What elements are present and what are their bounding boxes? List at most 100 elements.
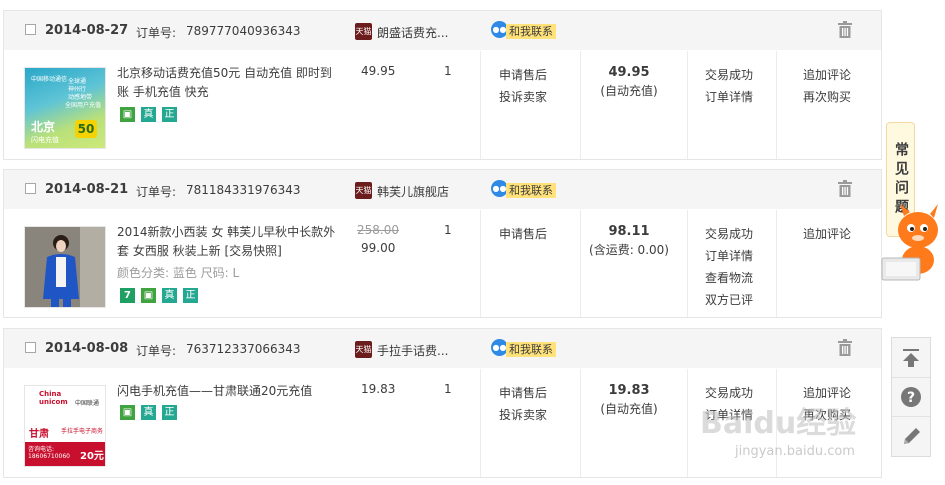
- order-no-label: 订单号:: [136, 185, 177, 199]
- back-to-top-button[interactable]: [892, 338, 930, 378]
- order-total: 49.95 (自动充值): [580, 64, 678, 101]
- complain-link[interactable]: 投诉卖家: [499, 404, 547, 426]
- trash-icon[interactable]: [837, 21, 853, 39]
- mobile-icon: ▣: [141, 288, 156, 303]
- model-photo: [25, 227, 105, 307]
- thumb-phone: 18606710060: [28, 453, 70, 460]
- badge-genuine: 正: [183, 288, 198, 303]
- complain-link[interactable]: 投诉卖家: [499, 86, 547, 108]
- buy-again-link[interactable]: 再次购买: [803, 86, 851, 108]
- watermark-logo: Baidu经验: [700, 406, 857, 441]
- thumb-amount: 50: [75, 120, 97, 138]
- after-sale-link[interactable]: 申请售后: [499, 223, 547, 245]
- order-date: 2014-08-21: [45, 182, 129, 197]
- feedback-button[interactable]: [892, 416, 930, 455]
- order-number: 781184331976343: [186, 183, 301, 197]
- product-title-link[interactable]: 2014新款小西装 女 韩芙儿早秋中长款外套 女西服 秋装上新 [交易快照]: [117, 223, 339, 261]
- thumb-brand: 中国联通: [75, 400, 100, 407]
- quantity: 1: [444, 64, 452, 78]
- order-checkbox[interactable]: [25, 342, 36, 353]
- tmall-icon: 天猫: [355, 341, 372, 358]
- add-review-link[interactable]: 追加评论: [803, 223, 851, 245]
- order-number: 763712337066343: [186, 342, 301, 356]
- service-badges: ▣ 真正: [120, 107, 183, 123]
- order-date: 2014-08-27: [45, 23, 129, 38]
- badge-real: 真: [162, 288, 177, 303]
- order-date: 2014-08-08: [45, 341, 129, 356]
- service-badges: 7 ▣ 真正: [120, 288, 204, 304]
- trash-icon[interactable]: [837, 339, 853, 357]
- product-attributes: 颜色分类: 蓝色 尺码: L: [117, 266, 240, 280]
- status-label: 交易成功: [705, 68, 754, 82]
- quantity: 1: [444, 223, 452, 237]
- product-thumbnail[interactable]: 中国移动通信 全球通 神州行 动感地带 全国用户充值 北京 50 闪电充值: [24, 67, 106, 149]
- order-item-row: 中国移动通信 全球通 神州行 动感地带 全国用户充值 北京 50 闪电充值 北京…: [4, 51, 881, 159]
- order-checkbox[interactable]: [25, 24, 36, 35]
- order-checkbox[interactable]: [25, 183, 36, 194]
- thumb-shop: 手拉手电子商务: [61, 428, 104, 435]
- order-total: 19.83 (自动充值): [580, 382, 678, 419]
- side-toolbar: ?: [891, 337, 931, 457]
- add-review-link[interactable]: 追加评论: [803, 64, 851, 86]
- thumb-line: 全国用户充值: [65, 102, 102, 109]
- shop-name-link[interactable]: 韩芙儿旗舰店: [377, 183, 449, 200]
- help-button[interactable]: ?: [892, 377, 930, 417]
- badge-real: 真: [141, 405, 156, 420]
- total-note: (自动充值): [600, 402, 658, 416]
- contact-label: 和我联系: [506, 342, 556, 357]
- both-reviewed-label: 双方已评: [705, 293, 754, 307]
- after-sale-link[interactable]: 申请售后: [499, 64, 547, 86]
- order-detail-link[interactable]: 订单详情: [705, 86, 753, 108]
- thumb-caption: 闪电充值: [31, 136, 59, 144]
- badge-seven-day: 7: [120, 288, 135, 303]
- total-amount: 49.95: [608, 65, 650, 80]
- order-total: 98.11 (含运费: 0.00): [580, 223, 678, 260]
- order-ops: 申请售后 投诉卖家: [499, 382, 547, 426]
- product-thumbnail[interactable]: China unicom 中国联通 手拉手电子商务 甘肃 咨询电话: 18606…: [24, 385, 106, 467]
- shop-name-link[interactable]: 手拉手话费...: [377, 342, 448, 359]
- order-status: 交易成功 订单详情 查看物流 双方已评: [705, 223, 753, 311]
- unit-price: 49.95: [361, 64, 396, 78]
- order-no-label: 订单号:: [136, 26, 177, 40]
- order-no-label: 订单号:: [136, 344, 177, 358]
- help-icon: ?: [901, 387, 921, 407]
- unit-price: 99.00: [361, 241, 396, 255]
- order-header: 2014-08-08 订单号: 763712337066343 天猫 手拉手话费…: [4, 329, 881, 368]
- view-logistics-link[interactable]: 查看物流: [705, 267, 753, 289]
- order-status: 交易成功 订单详情: [705, 64, 753, 108]
- order-header: 2014-08-27 订单号: 789777040936343 天猫 朗盛话费充…: [4, 11, 881, 50]
- shop-name-link[interactable]: 朗盛话费充...: [377, 24, 448, 41]
- order-card: 2014-08-21 订单号: 781184331976343 天猫 韩芙儿旗舰…: [3, 169, 882, 318]
- mobile-icon: ▣: [120, 405, 135, 420]
- after-sale-link[interactable]: 申请售后: [499, 382, 547, 404]
- order-header: 2014-08-21 订单号: 781184331976343 天猫 韩芙儿旗舰…: [4, 170, 881, 209]
- back-to-top-icon: [903, 349, 919, 367]
- total-amount: 98.11: [608, 224, 650, 239]
- thumb-brand: 中国移动通信: [31, 76, 68, 83]
- order-actions: 追加评论: [803, 223, 851, 245]
- tmall-icon: 天猫: [355, 182, 372, 199]
- watermark-url: jingyan.baidu.com: [735, 444, 855, 459]
- thumb-amount: 20元: [80, 451, 104, 462]
- thumb-brand-en: China unicom: [39, 390, 68, 406]
- tmall-icon: 天猫: [355, 23, 372, 40]
- order-actions: 追加评论 再次购买: [803, 64, 851, 108]
- original-price: 258.00: [357, 223, 399, 237]
- order-ops: 申请售后: [499, 223, 547, 245]
- total-note: (自动充值): [600, 84, 658, 98]
- order-ops: 申请售后 投诉卖家: [499, 64, 547, 108]
- thumb-phone-label: 咨询电话:: [28, 446, 55, 453]
- quantity: 1: [444, 382, 452, 396]
- product-title-link[interactable]: 闪电手机充值——甘肃联通20元充值: [117, 382, 339, 401]
- order-detail-link[interactable]: 订单详情: [705, 245, 753, 267]
- product-thumbnail[interactable]: [24, 226, 106, 308]
- mobile-icon: ▣: [120, 107, 135, 122]
- badge-genuine: 正: [162, 405, 177, 420]
- order-number: 789777040936343: [186, 24, 301, 38]
- service-badges: ▣ 真正: [120, 405, 183, 421]
- status-label: 交易成功: [705, 227, 754, 241]
- order-item-row: 2014新款小西装 女 韩芙儿早秋中长款外套 女西服 秋装上新 [交易快照] 颜…: [4, 210, 881, 317]
- trash-icon[interactable]: [837, 180, 853, 198]
- badge-genuine: 正: [162, 107, 177, 122]
- product-title-link[interactable]: 北京移动话费充值50元 自动充值 即时到账 手机充值 快充: [117, 64, 339, 102]
